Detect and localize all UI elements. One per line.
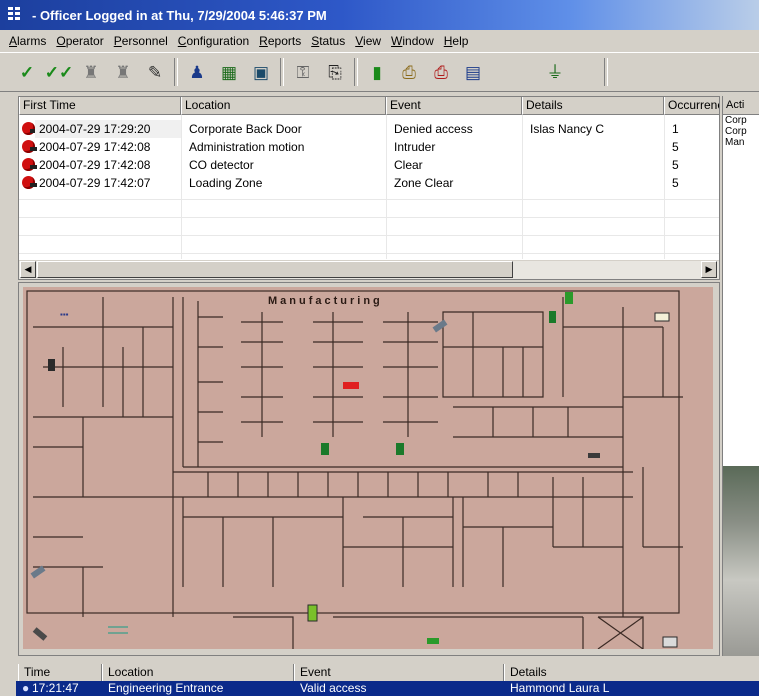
cell-details: Islas Nancy C xyxy=(530,122,605,136)
menu-view[interactable]: View xyxy=(350,34,386,48)
alarm-bell-icon xyxy=(22,158,37,171)
cell-location: Corporate Back Door xyxy=(189,122,302,136)
alarm-list[interactable]: First Time Location Event Details Occurr… xyxy=(18,96,720,280)
menu-configuration[interactable]: Configuration xyxy=(173,34,254,48)
horizontal-scrollbar[interactable]: ◀ ▶ xyxy=(19,260,719,279)
window-titlebar[interactable]: - Officer Logged in at Thu, 7/29/2004 5:… xyxy=(0,0,759,30)
print-icon[interactable]: ⎙ xyxy=(396,59,422,85)
door-icon[interactable]: ⎘ xyxy=(322,59,348,85)
cell-details xyxy=(526,138,662,156)
clear-all-icon[interactable]: ♜ xyxy=(110,59,136,85)
cell-event: Zone Clear xyxy=(394,176,454,190)
alarm-bell-icon xyxy=(22,122,37,135)
event-details: Hammond Laura L xyxy=(510,681,610,695)
event-column-time[interactable]: Time xyxy=(18,664,102,681)
toolbar-separator xyxy=(604,58,608,86)
svg-text:▪▪▪: ▪▪▪ xyxy=(60,310,69,319)
person-icon[interactable]: ♟ xyxy=(184,59,210,85)
report-icon[interactable]: ▤ xyxy=(460,59,486,85)
cell-event: Denied access xyxy=(394,122,473,136)
acknowledge-all-icon[interactable]: ✓✓ xyxy=(45,59,74,85)
event-bell-icon: ● xyxy=(22,681,30,695)
cell-details xyxy=(526,174,662,192)
menu-reports[interactable]: Reports xyxy=(254,34,306,48)
floor-plan-drawing: ▪▪▪ xyxy=(26,290,683,649)
app-icon xyxy=(8,7,26,23)
exit-icon[interactable]: ▮ xyxy=(364,59,390,85)
toolbar-separator xyxy=(280,58,284,86)
cell-occurrences: 5 xyxy=(672,140,679,154)
key-icon[interactable]: ⚿ xyxy=(290,59,316,85)
menu-window[interactable]: Window xyxy=(386,34,439,48)
toolbar-separator xyxy=(354,58,358,86)
activity-item[interactable]: Corp xyxy=(723,126,759,137)
scroll-left-icon[interactable]: ◀ xyxy=(20,261,36,278)
map-pane: ▪▪▪ Manufacturing xyxy=(18,282,720,656)
activity-item[interactable]: Corp xyxy=(723,115,759,126)
cell-location: Loading Zone xyxy=(189,176,263,190)
print-red-icon[interactable]: ⎙ xyxy=(428,59,454,85)
table-row[interactable]: 2004-07-29 17:29:20 Corporate Back Door … xyxy=(19,120,719,138)
menu-bar: Alarms Operator Personnel Configuration … xyxy=(0,30,759,52)
cell-first-time: 2004-07-29 17:29:20 xyxy=(35,120,181,138)
menu-operator[interactable]: Operator xyxy=(51,34,108,48)
cell-event: Intruder xyxy=(394,140,436,154)
acknowledge-icon[interactable]: ✓ xyxy=(14,59,40,85)
event-location: Engineering Entrance xyxy=(108,681,224,695)
activity-pane: Acti Corp Corp Man xyxy=(722,96,759,656)
event-column-details[interactable]: Details xyxy=(504,664,759,681)
cell-event: Clear xyxy=(394,158,423,172)
event-row[interactable]: ● 17:21:47 Engineering Entrance Valid ac… xyxy=(16,681,759,696)
scroll-right-icon[interactable]: ▶ xyxy=(701,261,717,278)
event-column-location[interactable]: Location xyxy=(102,664,294,681)
event-column-event[interactable]: Event xyxy=(294,664,504,681)
event-time: 17:21:47 xyxy=(32,681,79,695)
toolbar: ✓ ✓✓ ♜ ♜ ✎ ♟ ▦ ▣ ⚿ ⎘ ▮ ⎙ ⎙ ▤ ⏚ xyxy=(0,52,759,92)
network-icon[interactable]: ⏚ xyxy=(542,59,568,85)
cell-details xyxy=(526,156,662,174)
menu-alarms[interactable]: Alarms xyxy=(4,34,51,48)
alarm-bell-icon xyxy=(22,176,37,189)
monitor-icon[interactable]: ▣ xyxy=(248,59,274,85)
toolbar-separator xyxy=(174,58,178,86)
table-row[interactable]: 2004-07-29 17:42:08 Administration motio… xyxy=(19,138,719,156)
cell-location: CO detector xyxy=(189,158,254,172)
clear-icon[interactable]: ♜ xyxy=(78,59,104,85)
cell-occurrences: 5 xyxy=(672,176,679,190)
cell-occurrences: 5 xyxy=(672,158,679,172)
map-title: Manufacturing xyxy=(268,295,383,307)
activity-header[interactable]: Acti xyxy=(723,96,759,115)
alarm-list-header: First Time Location Event Details Occurr… xyxy=(19,97,719,115)
cell-location: Administration motion xyxy=(189,140,305,154)
column-header-event[interactable]: Event xyxy=(386,97,522,115)
alarm-bell-icon xyxy=(22,140,37,153)
floor-plan-map[interactable]: ▪▪▪ Manufacturing xyxy=(23,287,713,649)
cell-occurrences: 1 xyxy=(672,122,679,136)
menu-help[interactable]: Help xyxy=(439,34,474,48)
window-title: - Officer Logged in at Thu, 7/29/2004 5:… xyxy=(32,7,327,23)
column-header-location[interactable]: Location xyxy=(181,97,386,115)
cell-first-time: 2004-07-29 17:42:08 xyxy=(39,158,151,172)
menu-status[interactable]: Status xyxy=(306,34,350,48)
activity-item[interactable]: Man xyxy=(723,137,759,148)
column-header-details[interactable]: Details xyxy=(522,97,664,115)
pen-icon[interactable]: ✎ xyxy=(142,59,168,85)
column-header-first-time[interactable]: First Time xyxy=(19,97,181,115)
table-row[interactable]: 2004-07-29 17:42:08 CO detector Clear 5 xyxy=(19,156,719,174)
event-event: Valid access xyxy=(300,681,367,695)
cell-first-time: 2004-07-29 17:42:07 xyxy=(39,176,151,190)
camera-view[interactable] xyxy=(723,466,759,656)
menu-personnel[interactable]: Personnel xyxy=(109,34,173,48)
event-list[interactable]: Time Location Event Details ● 17:21:47 E… xyxy=(0,656,759,696)
cell-first-time: 2004-07-29 17:42:08 xyxy=(39,140,151,154)
column-header-occurrences[interactable]: Occurrences xyxy=(664,97,719,115)
cardholder-icon[interactable]: ▦ xyxy=(216,59,242,85)
table-row[interactable]: 2004-07-29 17:42:07 Loading Zone Zone Cl… xyxy=(19,174,719,192)
scroll-thumb[interactable] xyxy=(37,261,513,278)
